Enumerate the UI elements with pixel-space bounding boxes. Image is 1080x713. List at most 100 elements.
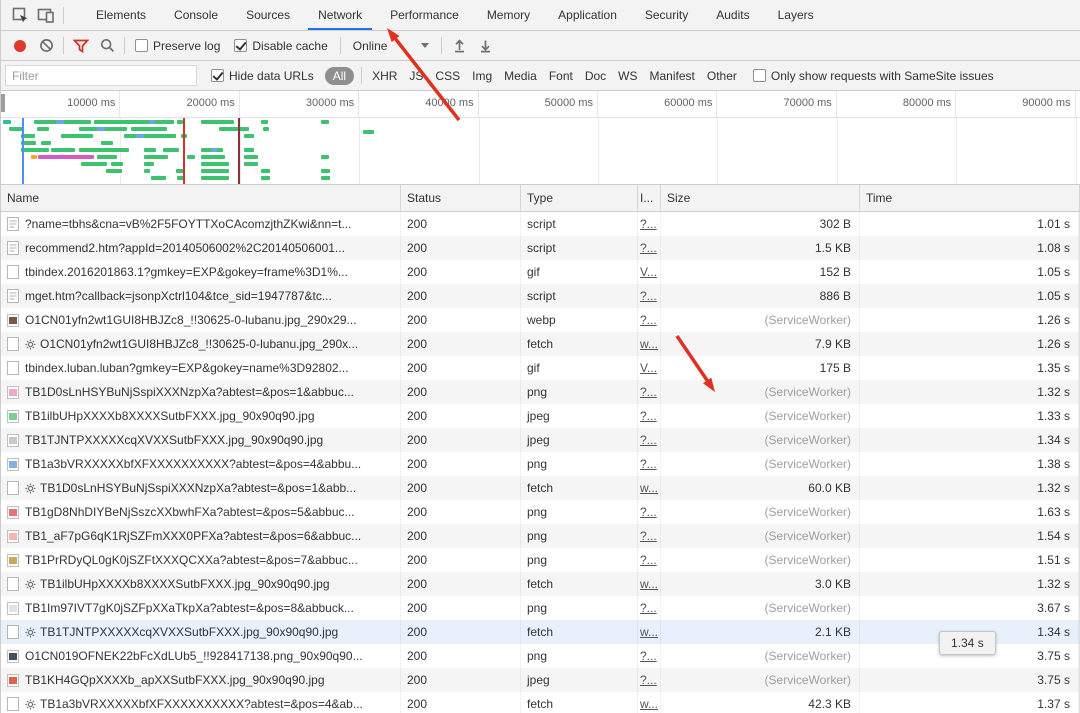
- request-name-cell[interactable]: ?name=tbhs&cna=vB%2F5FOYTTXoCAcomzjthZKw…: [1, 212, 401, 236]
- initiator-link[interactable]: w...: [640, 481, 658, 495]
- waterfall-overview[interactable]: [1, 118, 1080, 185]
- request-name-cell[interactable]: TB1D0sLnHSYBuNjSspiXXXNzpXa?abtest=&pos=…: [1, 476, 401, 500]
- clear-button[interactable]: [33, 34, 59, 58]
- column-header-name[interactable]: Name: [1, 185, 401, 211]
- column-header-time[interactable]: Time: [860, 185, 1080, 211]
- filter-type-other[interactable]: Other: [701, 69, 743, 83]
- throttling-dropdown[interactable]: Online: [345, 39, 438, 53]
- request-row[interactable]: TB1D0sLnHSYBuNjSspiXXXNzpXa?abtest=&pos=…: [1, 380, 1079, 404]
- request-name-cell[interactable]: TB1Im97IVT7gK0jSZFpXXaTkpXa?abtest=&pos=…: [1, 596, 401, 620]
- inspect-element-icon[interactable]: [7, 3, 33, 27]
- filter-type-img[interactable]: Img: [466, 69, 498, 83]
- request-name-cell[interactable]: TB1PrRDyQL0gK0jSZFtXXXQCXXa?abtest=&pos=…: [1, 548, 401, 572]
- request-row[interactable]: TB1TJNTPXXXXXcqXVXXSutbFXXX.jpg_90x90q90…: [1, 428, 1079, 452]
- export-har-icon[interactable]: [472, 34, 498, 58]
- filter-type-media[interactable]: Media: [498, 69, 543, 83]
- request-row[interactable]: TB1D0sLnHSYBuNjSspiXXXNzpXa?abtest=&pos=…: [1, 476, 1079, 500]
- search-icon[interactable]: [94, 34, 120, 58]
- initiator-link[interactable]: ?...: [640, 217, 657, 231]
- tab-application[interactable]: Application: [544, 0, 631, 30]
- request-name-cell[interactable]: mget.htm?callback=jsonpXctrl104&tce_sid=…: [1, 284, 401, 308]
- initiator-link[interactable]: ?...: [640, 553, 657, 567]
- request-row[interactable]: TB1ilbUHpXXXXb8XXXXSutbFXXX.jpg_90x90q90…: [1, 572, 1079, 596]
- request-name-cell[interactable]: TB1_aF7pG6qK1RjSZFmXXX0PFXa?abtest=&pos=…: [1, 524, 401, 548]
- column-header-status[interactable]: Status: [401, 185, 521, 211]
- initiator-link[interactable]: ?...: [640, 433, 657, 447]
- column-header-i[interactable]: I...: [638, 185, 661, 211]
- filter-toggle-icon[interactable]: [68, 34, 94, 58]
- initiator-link[interactable]: ?...: [640, 409, 657, 423]
- initiator-link[interactable]: ?...: [640, 505, 657, 519]
- filter-type-xhr[interactable]: XHR: [366, 69, 403, 83]
- tab-performance[interactable]: Performance: [376, 0, 473, 30]
- request-row[interactable]: TB1TJNTPXXXXXcqXVXXSutbFXXX.jpg_90x90q90…: [1, 620, 1079, 644]
- initiator-link[interactable]: ?...: [640, 241, 657, 255]
- filter-type-all[interactable]: All: [324, 66, 355, 85]
- disable-cache-checkbox[interactable]: [234, 39, 248, 52]
- tab-security[interactable]: Security: [631, 0, 702, 30]
- filter-type-ws[interactable]: WS: [612, 69, 643, 83]
- request-row[interactable]: TB1Im97IVT7gK0jSZFpXXaTkpXa?abtest=&pos=…: [1, 596, 1079, 620]
- tab-elements[interactable]: Elements: [82, 0, 160, 30]
- initiator-link[interactable]: w...: [640, 577, 658, 591]
- request-row[interactable]: tbindex.2016201863.1?gmkey=EXP&gokey=fra…: [1, 260, 1079, 284]
- request-name-cell[interactable]: O1CN01yfn2wt1GUI8HBJZc8_!!30625-0-lubanu…: [1, 308, 401, 332]
- preserve-log-checkbox[interactable]: [135, 39, 148, 52]
- initiator-link[interactable]: V...: [640, 361, 657, 375]
- initiator-link[interactable]: ?...: [640, 673, 657, 687]
- initiator-link[interactable]: V...: [640, 265, 657, 279]
- request-name-cell[interactable]: TB1KH4GQpXXXXb_apXXSutbFXXX.jpg_90x90q90…: [1, 668, 401, 692]
- record-button[interactable]: [7, 34, 33, 58]
- initiator-link[interactable]: ?...: [640, 601, 657, 615]
- filter-input[interactable]: [5, 65, 197, 86]
- initiator-link[interactable]: ?...: [640, 385, 657, 399]
- column-header-size[interactable]: Size: [661, 185, 860, 211]
- tab-sources[interactable]: Sources: [232, 0, 304, 30]
- request-name-cell[interactable]: O1CN019OFNEK22bFcXdLUb5_!!928417138.png_…: [1, 644, 401, 668]
- request-row[interactable]: TB1gD8NhDIYBeNjSszcXXbwhFXa?abtest=&pos=…: [1, 500, 1079, 524]
- tab-audits[interactable]: Audits: [702, 0, 763, 30]
- filter-type-css[interactable]: CSS: [429, 69, 466, 83]
- samesite-checkbox[interactable]: [752, 69, 766, 82]
- request-row[interactable]: TB1a3bVRXXXXXbfXFXXXXXXXXXX?abtest=&pos=…: [1, 692, 1079, 713]
- request-row[interactable]: TB1_aF7pG6qK1RjSZFmXXX0PFXa?abtest=&pos=…: [1, 524, 1079, 548]
- request-name-cell[interactable]: recommend2.htm?appId=20140506002%2C20140…: [1, 236, 401, 260]
- request-row[interactable]: TB1PrRDyQL0gK0jSZFtXXXQCXXa?abtest=&pos=…: [1, 548, 1079, 572]
- device-toolbar-icon[interactable]: [33, 3, 59, 27]
- initiator-link[interactable]: w...: [640, 625, 658, 639]
- initiator-link[interactable]: w...: [640, 337, 658, 351]
- request-row[interactable]: TB1ilbUHpXXXXb8XXXXSutbFXXX.jpg_90x90q90…: [1, 404, 1079, 428]
- request-row[interactable]: tbindex.luban.luban?gmkey=EXP&gokey=name…: [1, 356, 1079, 380]
- request-name-cell[interactable]: tbindex.luban.luban?gmkey=EXP&gokey=name…: [1, 356, 401, 380]
- filter-type-doc[interactable]: Doc: [579, 69, 612, 83]
- request-row[interactable]: TB1a3bVRXXXXXbfXFXXXXXXXXXX?abtest=&pos=…: [1, 452, 1079, 476]
- request-name-cell[interactable]: TB1a3bVRXXXXXbfXFXXXXXXXXXX?abtest=&pos=…: [1, 692, 401, 713]
- hide-data-urls-checkbox[interactable]: [211, 69, 224, 82]
- request-row[interactable]: O1CN01yfn2wt1GUI8HBJZc8_!!30625-0-lubanu…: [1, 308, 1079, 332]
- request-row[interactable]: O1CN01yfn2wt1GUI8HBJZc8_!!30625-0-lubanu…: [1, 332, 1079, 356]
- filter-type-js[interactable]: JS: [403, 69, 429, 83]
- import-har-icon[interactable]: [446, 34, 472, 58]
- initiator-link[interactable]: ?...: [640, 649, 657, 663]
- request-row[interactable]: O1CN019OFNEK22bFcXdLUb5_!!928417138.png_…: [1, 644, 1079, 668]
- column-header-type[interactable]: Type: [521, 185, 638, 211]
- request-row[interactable]: mget.htm?callback=jsonpXctrl104&tce_sid=…: [1, 284, 1079, 308]
- request-name-cell[interactable]: TB1ilbUHpXXXXb8XXXXSutbFXXX.jpg_90x90q90…: [1, 572, 401, 596]
- filter-type-manifest[interactable]: Manifest: [644, 69, 701, 83]
- request-row[interactable]: TB1KH4GQpXXXXb_apXXSutbFXXX.jpg_90x90q90…: [1, 668, 1079, 692]
- request-row[interactable]: recommend2.htm?appId=20140506002%2C20140…: [1, 236, 1079, 260]
- request-name-cell[interactable]: TB1gD8NhDIYBeNjSszcXXbwhFXa?abtest=&pos=…: [1, 500, 401, 524]
- request-name-cell[interactable]: TB1D0sLnHSYBuNjSspiXXXNzpXa?abtest=&pos=…: [1, 380, 401, 404]
- initiator-link[interactable]: ?...: [640, 529, 657, 543]
- initiator-link[interactable]: ?...: [640, 289, 657, 303]
- tab-console[interactable]: Console: [160, 0, 232, 30]
- request-name-cell[interactable]: TB1TJNTPXXXXXcqXVXXSutbFXXX.jpg_90x90q90…: [1, 428, 401, 452]
- tab-memory[interactable]: Memory: [473, 0, 544, 30]
- request-name-cell[interactable]: TB1a3bVRXXXXXbfXFXXXXXXXXXX?abtest=&pos=…: [1, 452, 401, 476]
- tab-layers[interactable]: Layers: [764, 0, 828, 30]
- initiator-link[interactable]: w...: [640, 697, 658, 711]
- request-name-cell[interactable]: O1CN01yfn2wt1GUI8HBJZc8_!!30625-0-lubanu…: [1, 332, 401, 356]
- initiator-link[interactable]: ?...: [640, 457, 657, 471]
- initiator-link[interactable]: ?...: [640, 313, 657, 327]
- request-name-cell[interactable]: TB1TJNTPXXXXXcqXVXXSutbFXXX.jpg_90x90q90…: [1, 620, 401, 644]
